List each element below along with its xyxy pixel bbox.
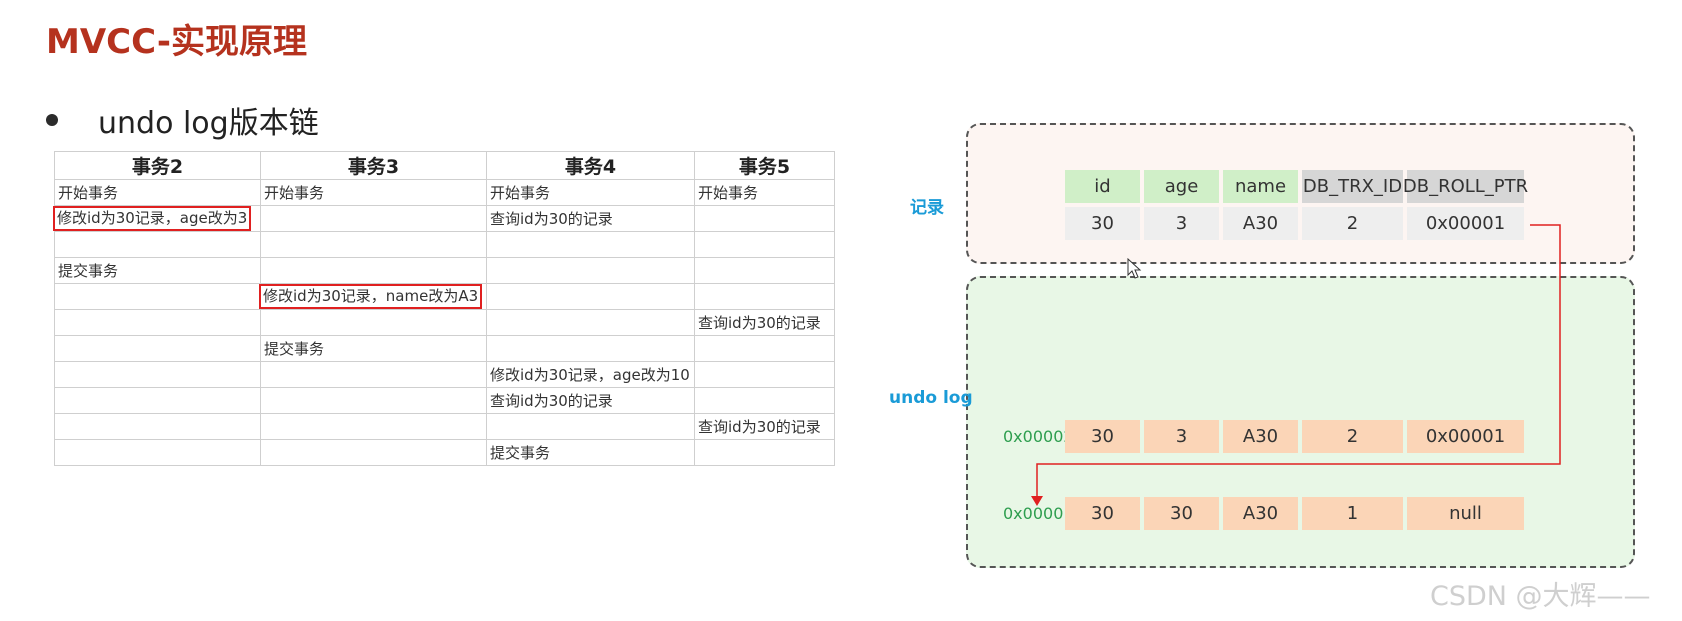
table-row: 修改id为30记录，age改为3 查询id为30的记录: [53, 205, 835, 232]
table-row: 查询id为30的记录: [54, 413, 835, 440]
table-cell: 提交事务: [486, 439, 695, 466]
column-header-roll-ptr: DB_ROLL_PTR: [1403, 170, 1528, 203]
table-row: 开始事务 开始事务 开始事务 开始事务: [54, 179, 835, 206]
record-label: 记录: [910, 198, 944, 218]
table-cell: [54, 309, 261, 336]
undo-cell: 30: [1144, 497, 1219, 530]
table-row: 修改id为30记录，name改为A3: [54, 283, 835, 310]
table-cell: 修改id为30记录，age改为10: [486, 361, 695, 388]
record-data-row: 30 3 A30 2 0x00001: [1065, 207, 1524, 240]
table-cell: [260, 413, 487, 440]
record-cell: 0x00001: [1407, 207, 1524, 240]
table-cell: 查询id为30的记录: [694, 413, 835, 440]
table-cell: [694, 335, 835, 362]
undo-address-label: 0x00002: [1003, 427, 1074, 446]
record-cell: A30: [1223, 207, 1298, 240]
mouse-cursor-icon: [1127, 258, 1142, 279]
table-cell: [260, 439, 487, 466]
watermark: CSDN @大辉——: [1430, 581, 1651, 612]
undo-cell: A30: [1223, 420, 1298, 453]
table-cell: [694, 231, 835, 258]
table-cell: 开始事务: [260, 179, 487, 206]
table-cell: [260, 309, 487, 336]
table-cell: [54, 439, 261, 466]
bullet-text: undo log版本链: [98, 106, 319, 141]
table-cell: [486, 283, 695, 310]
highlighted-cell-text: 修改id为30记录，age改为3: [53, 206, 252, 231]
table-row: 查询id为30的记录: [54, 387, 835, 414]
table-cell: [486, 309, 695, 336]
table-cell: [694, 387, 835, 414]
column-header-id: id: [1065, 170, 1140, 203]
table-cell: [54, 231, 261, 258]
table-cell: 开始事务: [486, 179, 695, 206]
column-header: 事务4: [486, 151, 695, 180]
record-header-row: id age name DB_TRX_ID DB_ROLL_PTR: [1065, 170, 1528, 203]
undo-cell: 0x00001: [1407, 420, 1524, 453]
column-header: 事务3: [260, 151, 487, 180]
table-cell: [54, 335, 261, 362]
table-row: 提交事务: [54, 335, 835, 362]
column-header-trx-id: DB_TRX_ID: [1302, 170, 1403, 203]
table-header-row: 事务2 事务3 事务4 事务5: [54, 151, 835, 180]
table-cell: 开始事务: [54, 179, 261, 206]
table-cell: 提交事务: [260, 335, 487, 362]
table-row: 修改id为30记录，age改为10: [54, 361, 835, 388]
table-cell: [260, 387, 487, 414]
table-cell: 查询id为30的记录: [694, 309, 835, 336]
table-row: [54, 231, 835, 258]
table-cell: [694, 439, 835, 466]
table-row: 提交事务: [54, 439, 835, 466]
undo-cell: 30: [1065, 420, 1140, 453]
undo-cell: 3: [1144, 420, 1219, 453]
highlighted-cell-text: 修改id为30记录，name改为A3: [259, 284, 483, 309]
table-cell: 开始事务: [694, 179, 835, 206]
transaction-table: 事务2 事务3 事务4 事务5 开始事务 开始事务 开始事务 开始事务 修改id…: [53, 151, 835, 466]
bullet-item: undo log版本链: [46, 100, 319, 141]
table-cell: [54, 361, 261, 388]
table-cell: 修改id为30记录，name改为A3: [259, 283, 487, 310]
table-cell: [260, 361, 487, 388]
table-cell: 提交事务: [54, 257, 261, 284]
table-cell: [486, 335, 695, 362]
table-cell: 查询id为30的记录: [486, 205, 695, 232]
table-cell: [54, 413, 261, 440]
table-row: 提交事务: [54, 257, 835, 284]
table-cell: [694, 283, 835, 310]
table-cell: [486, 231, 695, 258]
column-header-name: name: [1223, 170, 1298, 203]
column-header-age: age: [1144, 170, 1219, 203]
table-cell: [694, 257, 835, 284]
table-cell: 查询id为30的记录: [486, 387, 695, 414]
record-cell: 30: [1065, 207, 1140, 240]
table-row: 查询id为30的记录: [54, 309, 835, 336]
record-cell: 2: [1302, 207, 1403, 240]
undo-cell: 30: [1065, 497, 1140, 530]
table-cell: [54, 387, 261, 414]
bullet-dot-icon: [46, 114, 58, 126]
table-cell: [694, 205, 835, 232]
table-cell: [260, 257, 487, 284]
table-cell: [694, 361, 835, 388]
record-cell: 3: [1144, 207, 1219, 240]
undo-cell: A30: [1223, 497, 1298, 530]
table-cell: [486, 257, 695, 284]
undo-log-label: undo log: [889, 388, 973, 408]
column-header: 事务2: [54, 151, 261, 180]
undo-address-label: 0x00001: [1003, 504, 1074, 523]
page-title: MVCC-实现原理: [46, 22, 307, 62]
undo-cell: null: [1407, 497, 1524, 530]
table-cell: [260, 231, 487, 258]
undo-cell: 2: [1302, 420, 1403, 453]
table-cell: [486, 413, 695, 440]
undo-cell: 1: [1302, 497, 1403, 530]
table-cell: 修改id为30记录，age改为3: [53, 205, 261, 232]
table-cell: [260, 205, 487, 232]
column-header: 事务5: [694, 151, 835, 180]
table-cell: [54, 283, 261, 310]
undo-row: 30 30 A30 1 null: [1065, 497, 1524, 530]
undo-row: 30 3 A30 2 0x00001: [1065, 420, 1524, 453]
